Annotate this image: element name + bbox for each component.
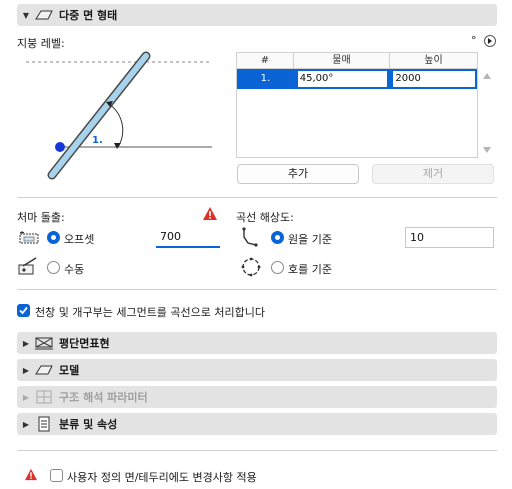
eaves-offset-icon [19, 231, 39, 244]
col-index-header: # [237, 53, 294, 68]
expand-arrow-icon[interactable]: ▶ [19, 393, 33, 402]
roof-plane-body [49, 53, 149, 178]
curve-resolution-label: 곡선 해상도: [236, 211, 294, 224]
curve-resolution-input[interactable]: 10 [405, 227, 494, 248]
table-row[interactable]: 1. 45,00° 2000 [237, 69, 477, 89]
section-title: 평단면표현 [59, 337, 110, 350]
degree-symbol: ° [471, 34, 477, 47]
table-scrollbar[interactable] [480, 68, 494, 158]
level-index-label: 1. [92, 135, 103, 146]
roof-level-preview: 1. [26, 51, 212, 180]
segment-curve-label: 천창 및 개구부는 세그먼트를 곡선으로 처리합니다 [35, 306, 266, 319]
section-structural-header[interactable]: ▶ 구조 해석 파라미터 [17, 386, 497, 408]
expand-arrow-icon[interactable]: ▶ [19, 339, 33, 348]
warning-icon [24, 468, 38, 481]
divider [17, 197, 497, 198]
document-list-icon [33, 416, 55, 432]
col-pitch-header: 물매 [294, 53, 390, 68]
scroll-down-icon[interactable] [483, 147, 491, 153]
eaves-manual-radio[interactable] [47, 261, 60, 274]
eaves-manual-icon [18, 257, 37, 275]
eaves-overhang-label: 처마 돌출: [17, 211, 65, 224]
section-model-header[interactable]: ▶ 모델 [17, 359, 497, 381]
col-height-header: 높이 [424, 55, 443, 66]
roof-level-table: # 물매 높이 1. 45,00° 2000 [236, 52, 478, 158]
structural-analysis-icon [33, 389, 55, 405]
eaves-offset-radio[interactable] [47, 231, 60, 244]
eaves-manual-label: 수동 [64, 263, 85, 276]
section-multi-plane-header[interactable]: ▼ 다중 면 형태 [17, 4, 497, 26]
section-title: 분류 및 속성 [59, 418, 118, 431]
curve-circle-label: 원을 기준 [288, 233, 332, 246]
circle-segments-icon [242, 227, 258, 247]
section-title: 모델 [59, 364, 80, 377]
eaves-offset-input[interactable]: 700 [156, 227, 220, 248]
remove-level-button[interactable]: 제거 [372, 164, 494, 184]
roof-plane-icon [33, 7, 55, 23]
expand-arrow-icon[interactable]: ▶ [19, 420, 33, 429]
divider [17, 289, 497, 290]
add-level-button[interactable]: 추가 [237, 164, 359, 184]
collapse-arrow-icon[interactable]: ▼ [19, 11, 33, 20]
curve-arc-label: 호를 기준 [288, 263, 332, 276]
apply-custom-checkbox[interactable] [50, 469, 63, 482]
divider [17, 450, 497, 451]
pivot-point[interactable] [55, 142, 65, 152]
model-icon [33, 362, 55, 378]
height-cell-input[interactable]: 2000 [391, 71, 475, 87]
floor-plan-icon [33, 335, 55, 351]
apply-custom-label: 사용자 정의 면/테두리에도 변경사항 적용 [67, 471, 257, 484]
segment-curve-checkbox[interactable] [17, 304, 30, 317]
arc-segments-icon [241, 257, 261, 277]
eaves-offset-label: 오프셋 [64, 233, 95, 246]
table-header: # 물매 높이 [237, 53, 477, 69]
section-floor-plan-header[interactable]: ▶ 평단면표현 [17, 332, 497, 354]
play-button[interactable] [484, 35, 496, 47]
expand-arrow-icon[interactable]: ▶ [19, 366, 33, 375]
section-classification-header[interactable]: ▶ 분류 및 속성 [17, 413, 497, 435]
row-index: 1. [260, 73, 271, 84]
section-title: 구조 해석 파라미터 [59, 391, 148, 404]
play-icon [488, 38, 492, 44]
arc-arrow-bottom-icon [114, 143, 121, 149]
pitch-cell-input[interactable]: 45,00° [295, 71, 388, 87]
scroll-up-icon[interactable] [483, 73, 491, 79]
checkmark-icon [19, 306, 28, 315]
warning-icon [203, 207, 217, 220]
section-title: 다중 면 형태 [59, 9, 118, 22]
curve-circle-radio[interactable] [271, 231, 284, 244]
curve-arc-radio[interactable] [271, 261, 284, 274]
pitch-angle-arc [108, 103, 124, 148]
